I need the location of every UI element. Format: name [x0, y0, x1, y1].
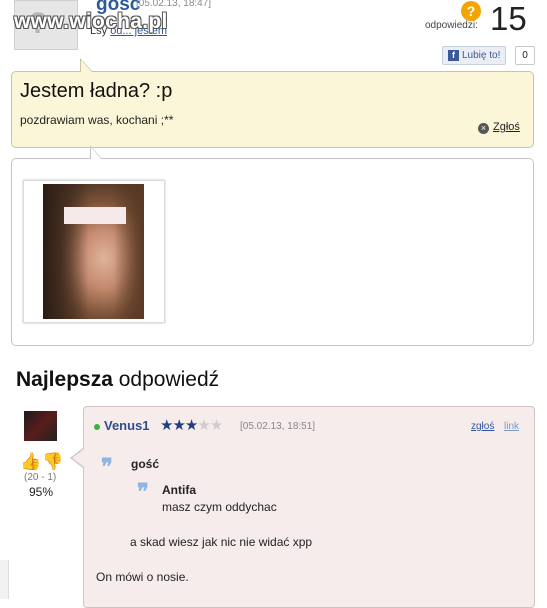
quote-icon: ❞	[101, 454, 113, 479]
best-answer-heading: Najlepsza odpowiedź	[16, 368, 219, 392]
answerer-username[interactable]: Venus1	[104, 418, 150, 433]
rating-stars: ★★★★★	[160, 416, 223, 434]
photo-shading	[43, 184, 144, 319]
star-empty-icon: ★	[209, 417, 223, 434]
thumbs-up-icon[interactable]: 👍	[20, 452, 41, 472]
star-icon: ★	[160, 417, 173, 434]
answer-date: [05.02.13, 18:51]	[240, 421, 316, 432]
site-watermark: www.wiocha.pl	[14, 10, 168, 33]
report-question-link[interactable]: × Zgłoś	[478, 121, 520, 134]
best-answer-heading-rest: odpowiedź	[112, 368, 220, 391]
question-bubble-tail-fill	[81, 60, 92, 72]
answer-box-tail-fill	[72, 449, 84, 467]
quote-outer-username: gość	[131, 457, 160, 471]
like-count: 0	[515, 46, 535, 65]
image-box-tail-fill	[91, 147, 101, 159]
vote-counts: (20 - 1)	[24, 472, 57, 483]
thumbs-down-icon[interactable]: 👎	[42, 452, 63, 472]
like-label: Lubię to!	[462, 50, 501, 61]
star-half-icon: ★	[184, 417, 198, 434]
facebook-icon: f	[448, 50, 459, 61]
question-mark-icon: ?	[461, 1, 481, 21]
quote-inner-text: masz czym oddychac	[162, 500, 277, 514]
facebook-like-button[interactable]: f Lubię to!	[442, 46, 507, 65]
question-title: Jestem ładna? :p	[20, 80, 173, 102]
quote-icon: ❞	[137, 479, 149, 504]
answer-permalink[interactable]: link	[504, 421, 519, 432]
question-date: [05.02.13, 18:47]	[136, 0, 212, 9]
best-answer-heading-bold: Najlepsza	[16, 368, 113, 391]
question-body: pozdrawiam was, kochani ;**	[20, 113, 174, 127]
star-empty-icon: ★	[197, 417, 210, 434]
online-status-dot	[94, 424, 100, 430]
vote-percent: 95%	[29, 485, 54, 499]
star-icon: ★	[172, 417, 185, 434]
photo-censor-bar	[64, 207, 126, 224]
answers-count: 15	[490, 0, 527, 37]
answerer-avatar[interactable]	[24, 411, 57, 441]
quote-outer-text: a skad wiesz jak nic nie widać xpp	[130, 535, 313, 549]
answers-label: odpowiedzi:	[425, 20, 478, 31]
report-answer-link[interactable]: zgłoś	[471, 421, 494, 432]
close-icon: ×	[478, 123, 489, 134]
answer-text: On mówi o nosie.	[96, 570, 189, 584]
quote-inner-username: Antifa	[162, 483, 196, 497]
left-edge-strip	[0, 560, 9, 599]
report-label: Zgłoś	[493, 121, 520, 133]
